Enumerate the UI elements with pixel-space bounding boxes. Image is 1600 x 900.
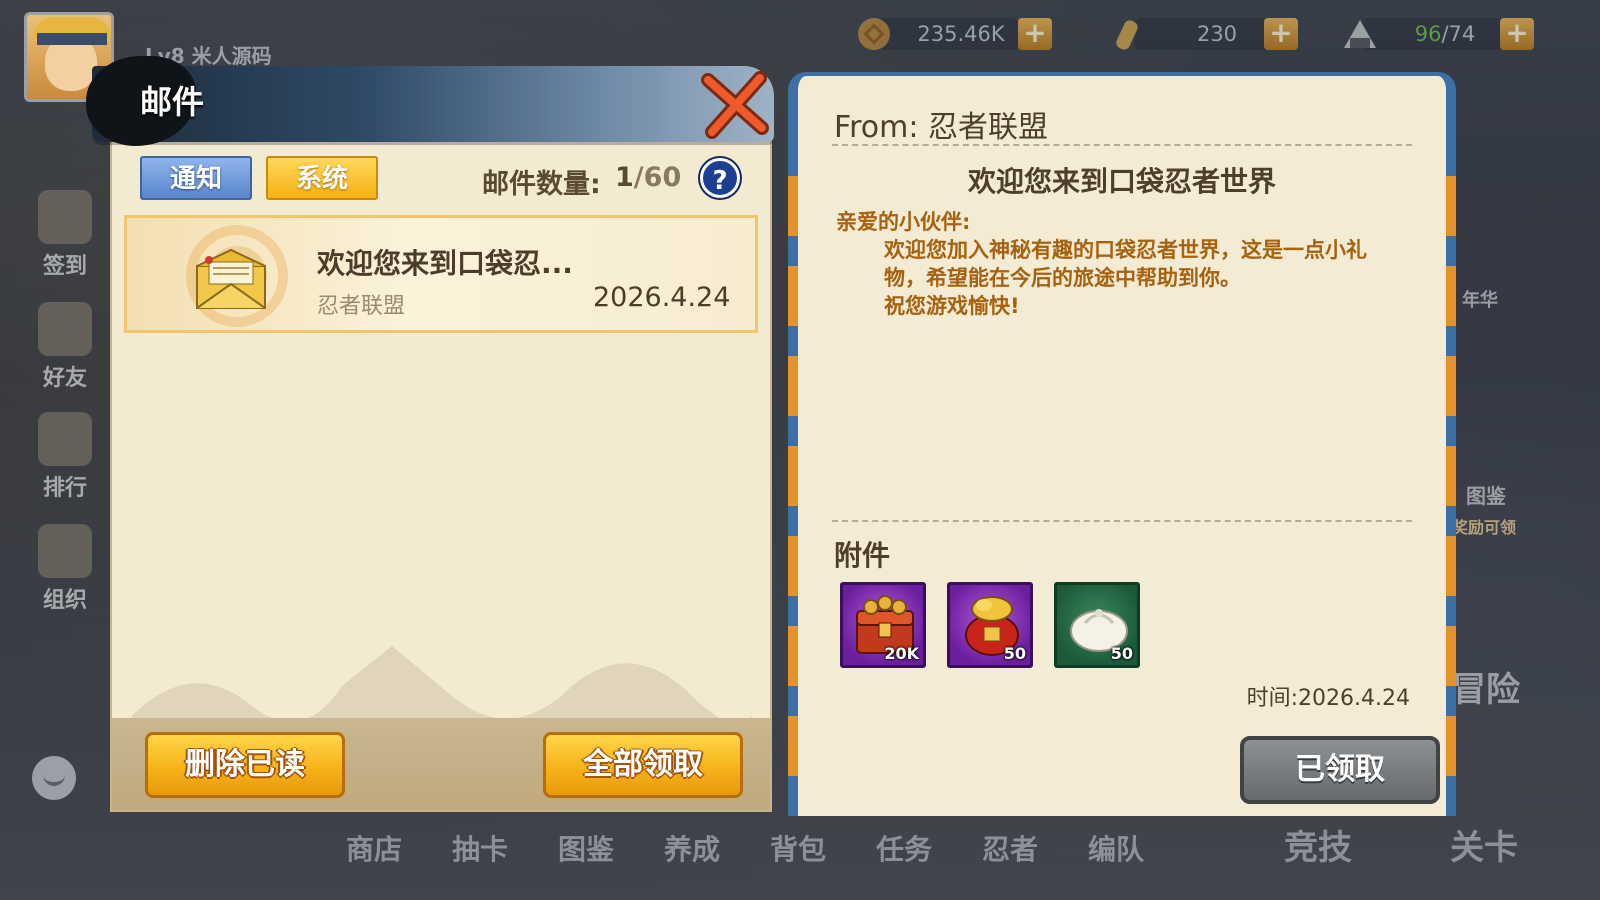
delete-read-button[interactable]: 删除已读 (145, 732, 345, 798)
nav-ninja[interactable]: 忍者 (982, 828, 1038, 868)
mail-greeting: 亲爱的小伙伴: (836, 210, 971, 234)
stamina-current: 96 (1414, 22, 1442, 46)
scroll-amount: 230 (1196, 22, 1238, 46)
help-icon[interactable]: ? (700, 158, 740, 198)
side-menu-checkin[interactable]: 签到 (30, 190, 100, 280)
nav-bag[interactable]: 背包 (770, 828, 826, 868)
right-deco-adventure[interactable]: 冒险 (1452, 662, 1520, 711)
coin-icon (858, 18, 890, 50)
mail-list-item[interactable]: 欢迎您来到口袋忍... 忍者联盟 2026.4.24 (124, 215, 758, 333)
nav-handbook[interactable]: 图鉴 (558, 828, 614, 868)
mail-closing: 祝您游戏愉快! (884, 294, 1020, 318)
rice-ball-icon (1344, 20, 1376, 48)
coin-amount: 235.46K (917, 22, 1005, 46)
mail-title: 邮件 (140, 83, 205, 121)
claim-all-button[interactable]: 全部领取 (543, 732, 743, 798)
attachment-count: 50 (1110, 644, 1133, 663)
side-menu-friends[interactable]: 好友 (30, 302, 100, 392)
coin-resource: 235.46K + (856, 16, 1056, 52)
mail-from: From: 忍者联盟 (834, 110, 1048, 145)
nav-gacha[interactable]: 抽卡 (452, 828, 508, 868)
mail-body-paragraph: 欢迎您加入神秘有趣的口袋忍者世界，这是一点小礼物，希望能在今后的旅途中帮助到你。 (884, 238, 1367, 290)
divider (832, 144, 1412, 146)
nav-arena[interactable]: 竞技 (1284, 820, 1352, 869)
stamina-resource: 96/74 + (1340, 16, 1540, 52)
mail-item-sender: 忍者联盟 (317, 294, 406, 319)
mail-count-value: 1/60 (615, 162, 682, 193)
envelope-icon (196, 248, 266, 309)
scroll-resource: 230 + (1112, 16, 1312, 52)
attachments-label: 附件 (834, 539, 891, 572)
scroll-icon (1116, 20, 1138, 50)
nav-stages[interactable]: 关卡 (1450, 820, 1518, 869)
building-icon (38, 524, 92, 578)
tab-notice[interactable]: 通知 (140, 156, 252, 200)
attachment-item[interactable]: 50 (1054, 582, 1140, 668)
nav-develop[interactable]: 养成 (664, 828, 720, 868)
tab-system[interactable]: 系统 (266, 156, 378, 200)
divider (832, 520, 1412, 522)
mail-item-subject: 欢迎您来到口袋忍... (317, 247, 573, 280)
mail-list-panel (110, 104, 772, 812)
add-stamina-button[interactable]: + (1500, 18, 1534, 50)
friend-icon (38, 302, 92, 356)
side-menu-organization[interactable]: 组织 (30, 524, 100, 614)
bottom-nav: 商店 抽卡 图鉴 养成 背包 任务 忍者 编队 (340, 828, 1240, 868)
trophy-icon (38, 412, 92, 466)
right-deco-event[interactable]: 年华 (1462, 286, 1498, 312)
add-scrolls-button[interactable]: + (1264, 18, 1298, 50)
mail-time: 时间:2026.4.24 (1246, 686, 1410, 711)
stamina-max: /74 (1441, 22, 1476, 46)
nav-tasks[interactable]: 任务 (876, 828, 932, 868)
mail-detail-subject: 欢迎您来到口袋忍者世界 (967, 165, 1276, 198)
mail-body: 亲爱的小伙伴: 欢迎您加入神秘有趣的口袋忍者世界，这是一点小礼物，希望能在今后的… (836, 208, 1406, 320)
mail-count-label: 邮件数量: (482, 169, 601, 200)
close-icon[interactable] (700, 70, 772, 142)
attachment-count: 50 (1003, 644, 1026, 663)
nav-formation[interactable]: 编队 (1088, 828, 1144, 868)
attachment-item[interactable]: 50 (947, 582, 1033, 668)
right-deco-reward-hint: 奖励可领 (1452, 518, 1517, 537)
right-deco-handbook[interactable]: 图鉴 (1466, 480, 1506, 509)
calendar-icon (38, 190, 92, 244)
chat-icon[interactable] (32, 756, 76, 800)
attachment-count: 20K (884, 644, 919, 663)
attachment-item[interactable]: 20K (840, 582, 926, 668)
add-coins-button[interactable]: + (1018, 18, 1052, 50)
mail-item-date: 2026.4.24 (593, 282, 731, 313)
side-menu-ranking[interactable]: 排行 (30, 412, 100, 502)
nav-shop[interactable]: 商店 (346, 828, 402, 868)
claimed-button: 已领取 (1240, 736, 1440, 804)
